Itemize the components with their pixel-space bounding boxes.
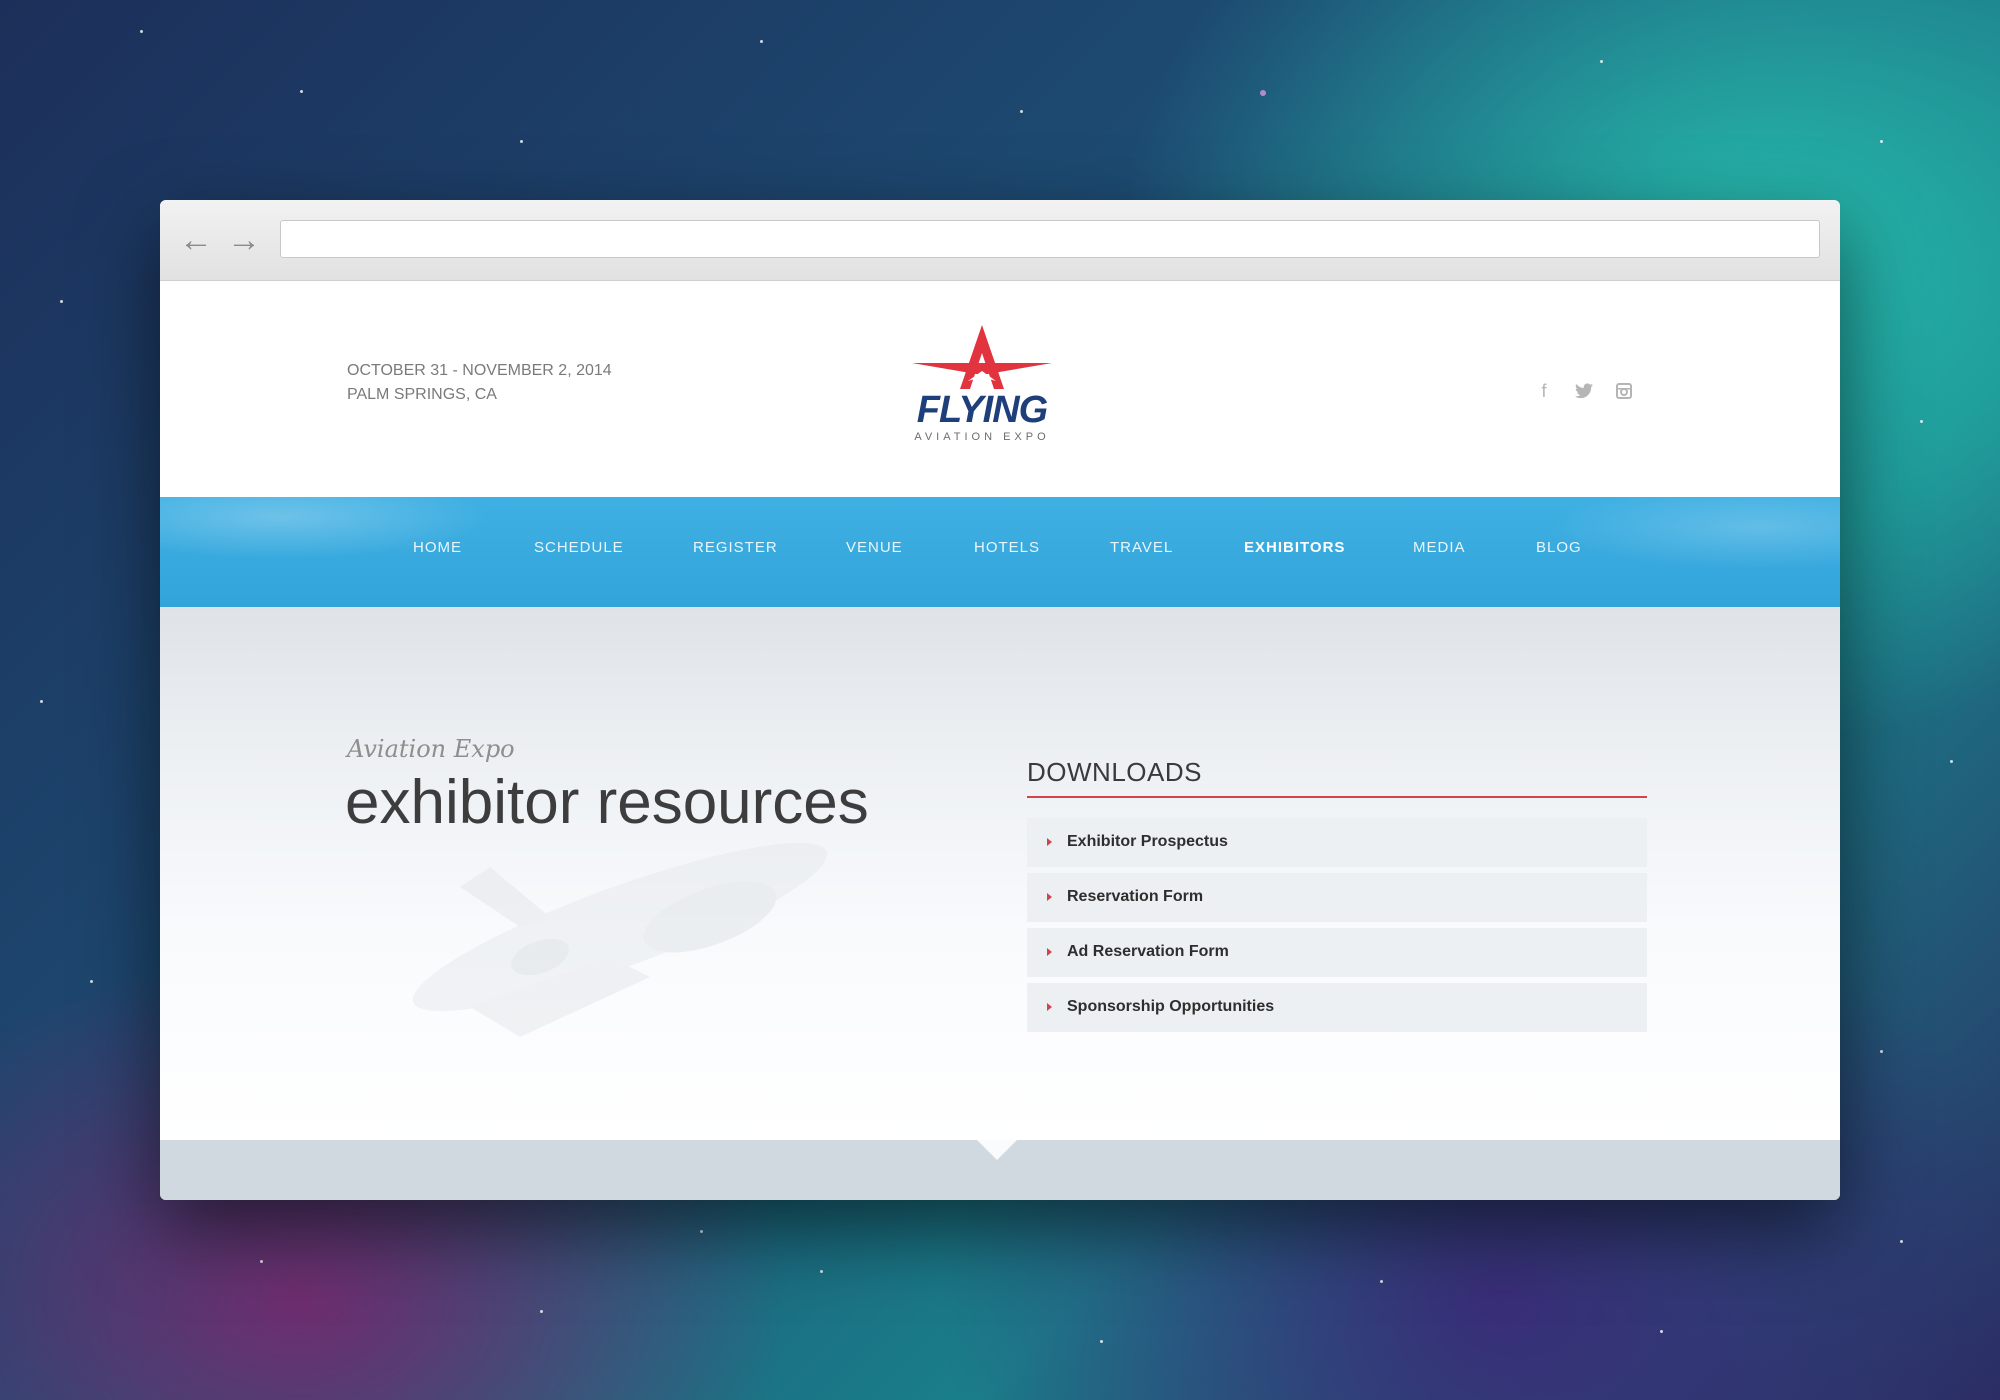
footer-strip — [160, 1140, 1840, 1200]
event-location: PALM SPRINGS, CA — [347, 386, 497, 403]
triangle-bullet-icon — [1047, 893, 1052, 901]
notch-pointer-icon — [977, 1140, 1017, 1160]
flying-logo[interactable]: FLYING AVIATION EXPO — [902, 323, 1062, 453]
download-label: Reservation Form — [1067, 888, 1204, 905]
download-label: Exhibitor Prospectus — [1067, 833, 1228, 850]
nav-item-hotels[interactable]: HOTELS — [974, 539, 1040, 556]
nav-item-travel[interactable]: TRAVEL — [1110, 539, 1173, 556]
twitter-icon[interactable] — [1570, 377, 1598, 405]
facebook-icon[interactable]: f — [1530, 377, 1558, 405]
main-content: Aviation Expo exhibitor resources DOWNLO… — [160, 607, 1840, 1141]
nav-item-home[interactable]: HOME — [413, 539, 462, 556]
browser-toolbar: ← → — [160, 200, 1840, 281]
downloads-heading: DOWNLOADS — [1027, 757, 1647, 798]
instagram-icon[interactable] — [1610, 377, 1638, 405]
nav-item-media[interactable]: MEDIA — [1413, 539, 1466, 556]
nav-item-blog[interactable]: BLOG — [1536, 539, 1582, 556]
download-sponsorship-opportunities[interactable]: Sponsorship Opportunities — [1027, 983, 1647, 1032]
download-exhibitor-prospectus[interactable]: Exhibitor Prospectus — [1027, 818, 1647, 867]
download-label: Sponsorship Opportunities — [1067, 998, 1275, 1015]
browser-window: ← → OCTOBER 31 - NOVEMBER 2, 2014 PALM S… — [160, 200, 1840, 1200]
event-dates: OCTOBER 31 - NOVEMBER 2, 2014 — [347, 362, 612, 379]
triangle-bullet-icon — [1047, 948, 1052, 956]
download-label: Ad Reservation Form — [1067, 943, 1229, 960]
logo-subtitle: AVIATION EXPO — [914, 431, 1050, 443]
address-bar[interactable] — [280, 220, 1820, 258]
jet-illustration — [412, 842, 828, 1037]
nav-item-register[interactable]: REGISTER — [693, 539, 778, 556]
page-subtitle: Aviation Expo — [347, 735, 515, 763]
arrow-left-icon[interactable]: ← — [176, 220, 216, 260]
event-info: OCTOBER 31 - NOVEMBER 2, 2014 PALM SPRIN… — [347, 359, 612, 407]
site-header: OCTOBER 31 - NOVEMBER 2, 2014 PALM SPRIN… — [160, 281, 1840, 497]
download-reservation-form[interactable]: Reservation Form — [1027, 873, 1647, 922]
nav-item-schedule[interactable]: SCHEDULE — [534, 539, 624, 556]
nav-item-venue[interactable]: VENUE — [846, 539, 903, 556]
page-title: exhibitor resources — [345, 768, 869, 837]
downloads-list: Exhibitor Prospectus Reservation Form Ad… — [1027, 818, 1647, 1032]
logo-wordmark: FLYING — [916, 389, 1049, 431]
downloads-section: DOWNLOADS Exhibitor Prospectus Reservati… — [1027, 757, 1647, 1038]
triangle-bullet-icon — [1047, 1003, 1052, 1011]
arrow-right-icon[interactable]: → — [224, 220, 264, 260]
download-ad-reservation-form[interactable]: Ad Reservation Form — [1027, 928, 1647, 977]
main-navigation: HOME SCHEDULE REGISTER VENUE HOTELS TRAV… — [160, 497, 1840, 607]
nav-item-exhibitors[interactable]: EXHIBITORS — [1244, 539, 1345, 556]
triangle-bullet-icon — [1047, 838, 1052, 846]
